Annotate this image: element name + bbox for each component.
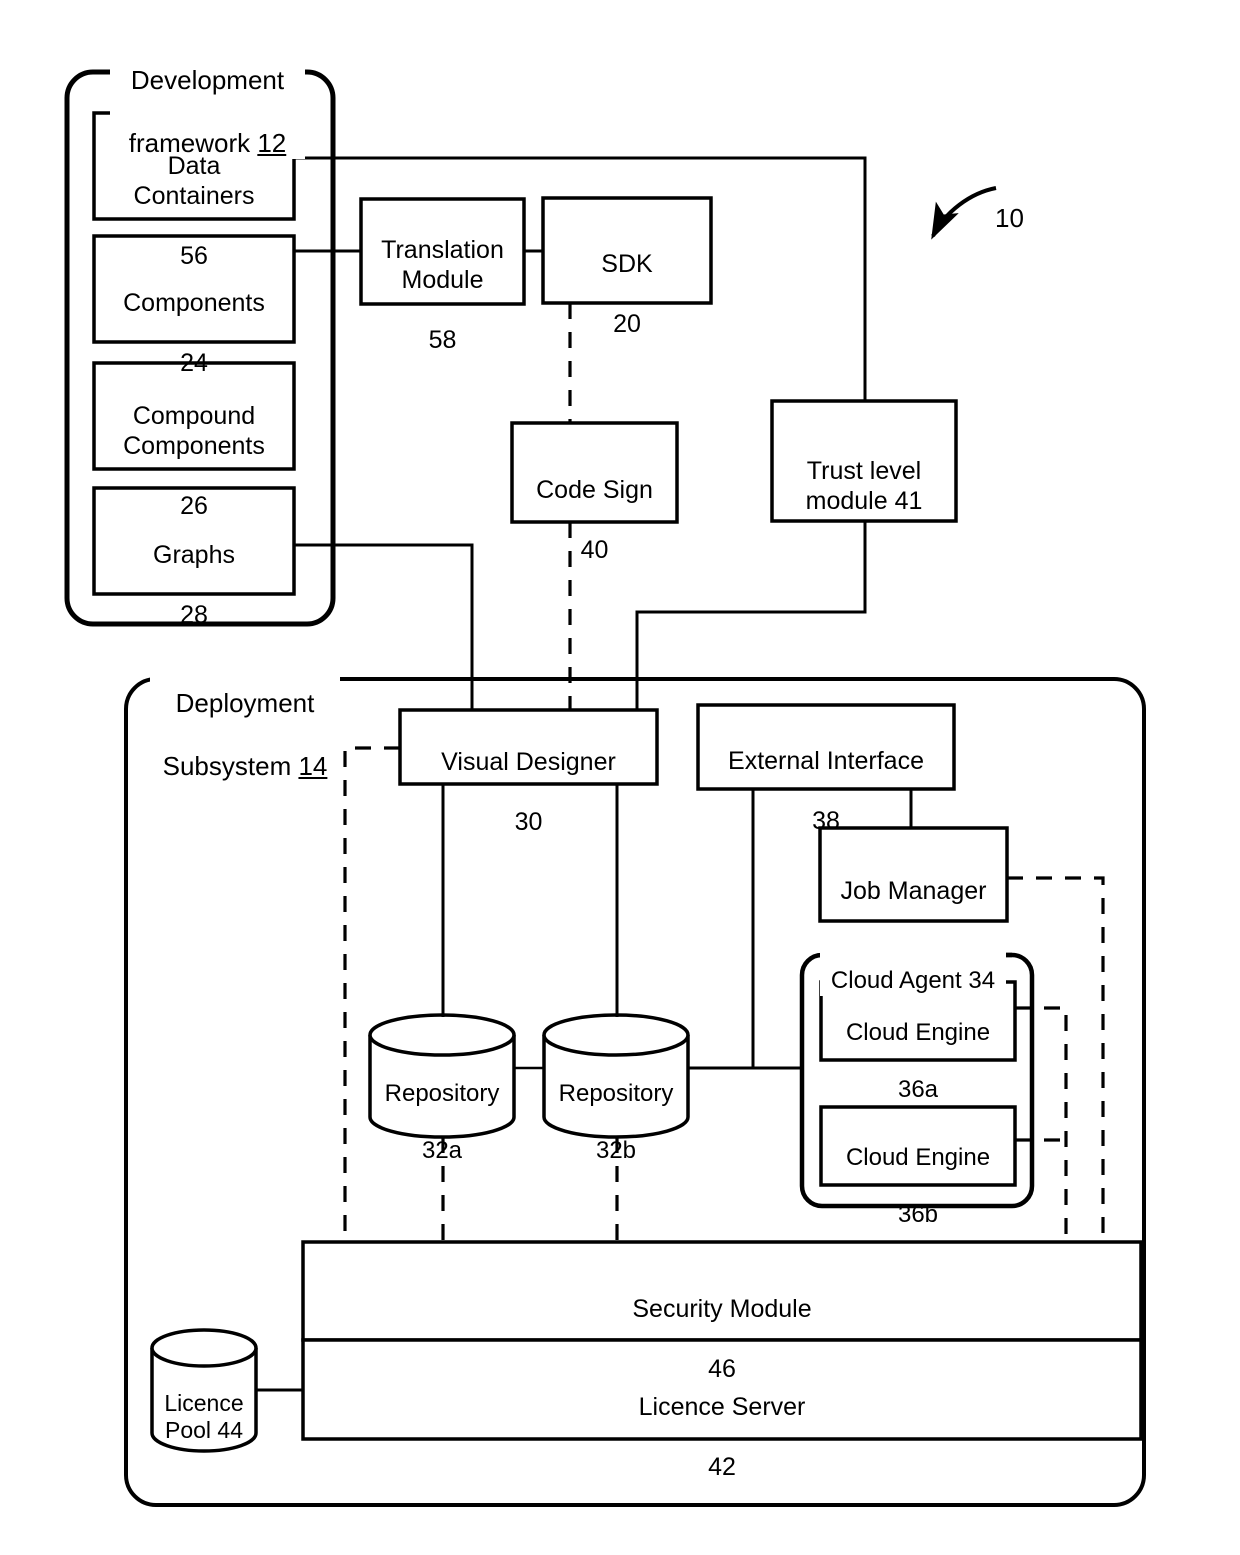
figure-canvas: Development framework 12 Data Containers…	[0, 0, 1240, 1555]
deployment-subsystem-title: Deployment Subsystem 14	[150, 657, 340, 782]
graphs-box	[92, 486, 296, 596]
line-trust-level-to-visual-designer	[635, 521, 867, 710]
development-framework-numeral: 12	[257, 127, 287, 158]
trust-level-module-box	[770, 399, 958, 523]
repository-b-cylinder	[542, 1013, 690, 1139]
development-framework-title-line2: framework	[128, 127, 258, 158]
dashed-line-job-manager-to-security-module	[1007, 876, 1105, 1242]
figure-reference-arrow	[931, 186, 997, 240]
cloud-agent-title: Cloud Agent 34	[820, 938, 1006, 996]
licence-server-box	[301, 1338, 1143, 1441]
external-interface-box	[696, 703, 956, 791]
visual-designer-box	[398, 708, 659, 786]
dashed-line-visual-designer-to-security-module	[343, 746, 400, 1242]
code-sign-box	[510, 421, 679, 524]
repository-a-cylinder	[368, 1013, 516, 1139]
development-framework-title-line1: Development	[130, 65, 285, 96]
security-module-box	[301, 1240, 1143, 1342]
deployment-subsystem-title-line1: Deployment	[175, 688, 315, 719]
development-framework-title: Development framework 12	[110, 34, 305, 159]
compound-components-box	[92, 361, 296, 471]
translation-module-box	[359, 197, 526, 306]
deployment-subsystem-title-line2: Subsystem	[162, 750, 299, 781]
licence-pool-cylinder	[150, 1328, 258, 1453]
deployment-subsystem-numeral: 14	[298, 750, 328, 781]
cloud-engine-b-box	[819, 1105, 1017, 1187]
sdk-box	[541, 196, 713, 305]
components-box	[92, 234, 296, 344]
dashed-line-cloud-engine-a-to-security-module	[1015, 1006, 1068, 1242]
cloud-agent-title-text: Cloud Agent 34	[830, 966, 996, 994]
job-manager-box	[818, 826, 1009, 923]
